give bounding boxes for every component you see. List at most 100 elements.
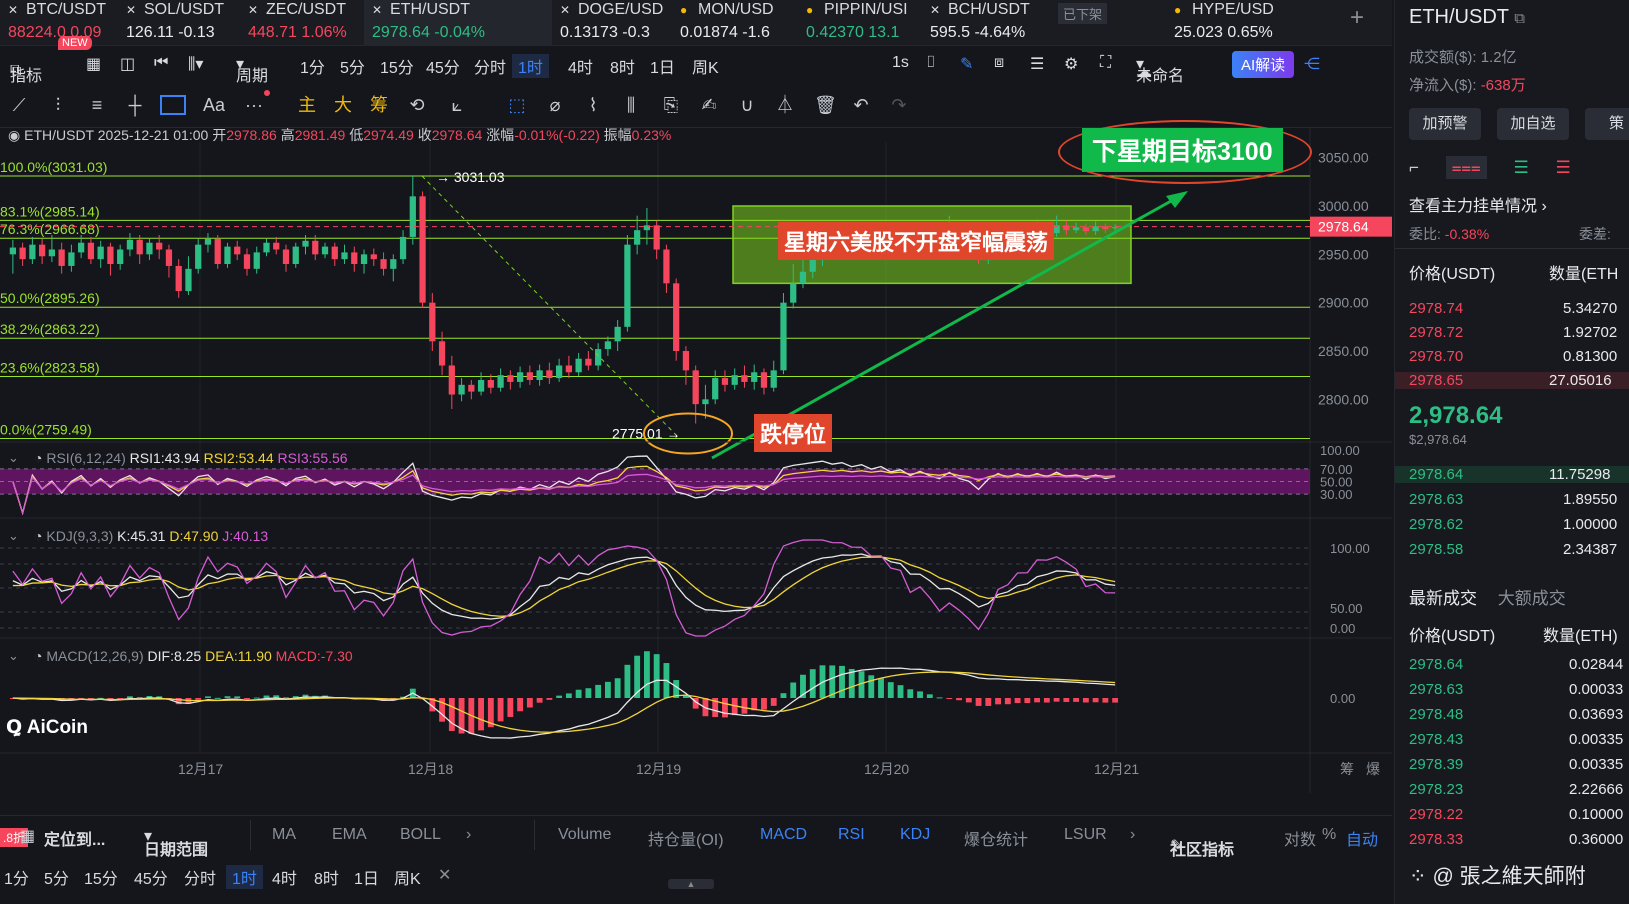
indicator-toggle[interactable]: KDJ xyxy=(900,826,930,844)
interval-tab[interactable]: 1时 xyxy=(512,54,549,78)
bottom-interval-tab[interactable]: 1分 xyxy=(4,865,29,889)
rectangle-tool-icon[interactable] xyxy=(160,95,186,115)
magnet-tool-icon[interactable]: ∪ xyxy=(736,94,758,116)
hline-tool-icon[interactable]: ┼ xyxy=(124,94,146,116)
chevron-down-icon[interactable]: ⌄ xyxy=(8,529,19,544)
indicator-toggle[interactable]: LSUR xyxy=(1064,826,1107,844)
line-tool-icon[interactable]: ⟋ xyxy=(8,94,30,116)
interval-tab[interactable]: 15分 xyxy=(380,54,414,78)
camera-icon[interactable]: ⌷ xyxy=(926,54,936,72)
bell-icon[interactable]: ◔ xyxy=(34,450,42,466)
book-both-icon[interactable]: ⌐ xyxy=(1409,158,1419,177)
interval-tab[interactable]: 8时 xyxy=(610,54,635,78)
candle-tool-icon[interactable]: ⫼ xyxy=(620,94,642,116)
date-range-dropdown[interactable]: 日期范围 ▾ xyxy=(144,826,208,859)
ticker-tab[interactable]: ● HYPE/USD 25.023 0.65% xyxy=(1166,0,1286,46)
indicator-toggle[interactable]: BOLL xyxy=(400,826,441,844)
close-icon[interactable]: ✕ xyxy=(438,865,451,885)
bottom-interval-tab[interactable]: 15分 xyxy=(84,865,118,889)
indicator-toggle[interactable]: MACD xyxy=(760,826,807,844)
font-tool[interactable]: Aa xyxy=(200,94,228,116)
settings-icon[interactable]: ⚙ xyxy=(1064,54,1078,74)
ticker-tab[interactable]: ✕ ETH/USDT 2978.64 -0.04% xyxy=(364,0,552,46)
indicator-toggle[interactable]: 爆仓统计 xyxy=(964,826,1028,850)
add-favorite-button[interactable]: 加自选 xyxy=(1497,108,1569,140)
percent-toggle[interactable]: % xyxy=(1322,826,1336,844)
view-main-orders-link[interactable]: 查看主力挂单情况 › xyxy=(1409,192,1547,216)
ticker-tab[interactable]: ● PIPPIN/USI 0.42370 13.1 xyxy=(798,0,916,46)
filter-tool-icon[interactable]: ⏃ xyxy=(774,94,796,116)
bookmark-tool-icon[interactable]: ⬚ xyxy=(506,94,528,116)
bid-row[interactable]: 2978.58 2.34387 xyxy=(1409,541,1617,558)
ticker-tab[interactable]: ● MON/USD 0.01874 -1.6 xyxy=(672,0,790,46)
locate-button[interactable]: 定位到... xyxy=(44,826,105,850)
book-mixed-icon[interactable]: ⩶ xyxy=(1445,156,1487,179)
clipboard-tool-icon[interactable]: ⎘ xyxy=(660,94,682,116)
indicator-toggle[interactable]: 持仓量(OI) xyxy=(648,826,724,850)
note-tool-icon[interactable]: ✍ xyxy=(698,94,720,116)
add-tab-button[interactable]: + xyxy=(1350,4,1364,32)
trash-icon[interactable]: 🗑 xyxy=(814,94,837,116)
collapse-handle[interactable]: ▲ xyxy=(668,879,714,889)
rotate-tool-icon[interactable]: ⟲ xyxy=(406,94,428,116)
ai-interpret-button[interactable]: AI解读 xyxy=(1232,51,1295,78)
interval-tab[interactable]: 周K xyxy=(692,54,719,78)
ticker-tab[interactable]: ✕ DOGE/USD 0.13173 -0.3 xyxy=(552,0,670,46)
layout-icon[interactable]: ◫ xyxy=(120,54,135,74)
hlines-tool-icon[interactable]: ≡ xyxy=(86,94,108,116)
log-toggle[interactable]: 对数 xyxy=(1284,826,1316,850)
axis-toggle[interactable]: 爆 xyxy=(1366,761,1380,777)
book-asks-icon[interactable]: ☰ xyxy=(1556,158,1571,177)
ask-row[interactable]: 2978.65 27.05016 xyxy=(1395,372,1629,389)
rewind-icon[interactable]: ⏮ xyxy=(154,54,168,72)
book-bids-icon[interactable]: ☰ xyxy=(1514,158,1529,177)
indicator-toggle[interactable]: Volume xyxy=(558,826,611,844)
bottom-interval-tab[interactable]: 分时 xyxy=(184,865,216,889)
bell-icon[interactable]: ◔ xyxy=(34,528,42,544)
chevron-right-icon[interactable]: › xyxy=(466,826,471,844)
period-dropdown[interactable]: 周期 ▾ xyxy=(236,54,268,85)
add-alert-button[interactable]: 加预警 xyxy=(1409,108,1481,140)
indicator-toggle[interactable]: MA xyxy=(272,826,296,844)
tab-large-trades[interactable]: 大额成交 xyxy=(1498,589,1566,608)
candle-type-icon[interactable]: ⫼▾ xyxy=(188,54,203,74)
measure-tool-icon[interactable]: ⟀ xyxy=(446,94,468,116)
bottom-interval-tab[interactable]: 8时 xyxy=(314,865,339,889)
bottom-interval-tab[interactable]: 1日 xyxy=(354,865,379,889)
ask-row[interactable]: 2978.72 1.92702 xyxy=(1409,324,1617,341)
ticker-tab[interactable]: ✕ BCH/USDT 595.5 -4.64% xyxy=(922,0,1040,46)
bid-row[interactable]: 2978.62 1.00000 xyxy=(1409,516,1617,533)
interval-tab[interactable]: 1日 xyxy=(650,54,675,78)
tab-latest-trades[interactable]: 最新成交 xyxy=(1409,589,1477,608)
ticker-tab[interactable]: ✕ BTC/USDT 88224.0 0.09 xyxy=(0,0,112,46)
calendar-icon[interactable]: ▦ xyxy=(20,826,35,846)
strategy-button[interactable]: 策 xyxy=(1585,108,1629,140)
list-icon[interactable]: ☰ xyxy=(1030,54,1044,74)
bell-icon[interactable]: ◔ xyxy=(34,648,42,664)
auto-toggle[interactable]: 自动 xyxy=(1346,826,1378,850)
pen-icon[interactable]: ✎ xyxy=(960,54,973,74)
interval-tab[interactable]: 5分 xyxy=(340,54,365,78)
ask-row[interactable]: 2978.74 5.34270 xyxy=(1409,300,1617,317)
interval-tab[interactable]: 分时 xyxy=(474,54,506,78)
bid-row[interactable]: 2978.63 1.89550 xyxy=(1409,491,1617,508)
brush-tool-icon[interactable]: ⌇ xyxy=(582,94,604,116)
copy-icon[interactable]: ⧉ xyxy=(1514,10,1525,27)
more-tools[interactable]: ··· xyxy=(240,94,268,116)
eraser-tool-icon[interactable]: ⌀ xyxy=(544,94,566,116)
eye-icon[interactable]: ◉ xyxy=(8,127,20,143)
share-icon[interactable]: ⋲ xyxy=(1304,54,1320,74)
indicator-toggle[interactable]: RSI xyxy=(838,826,865,844)
interval-tab[interactable]: 45分 xyxy=(426,54,460,78)
axis-toggle[interactable]: 筹 xyxy=(1340,761,1354,777)
bottom-interval-tab[interactable]: 5分 xyxy=(44,865,69,889)
chevron-right-icon[interactable]: › xyxy=(1130,826,1135,844)
chevron-down-icon[interactable]: ⌄ xyxy=(8,649,19,664)
interval-tab[interactable]: 4时 xyxy=(568,54,593,78)
undo-icon[interactable]: ↶ xyxy=(850,94,872,116)
ticker-tab[interactable]: ✕ ZEC/USDT 448.71 1.06% xyxy=(240,0,358,46)
fullscreen-icon[interactable]: ⛶ xyxy=(1100,54,1111,72)
window-icon[interactable]: ⧈ xyxy=(994,54,1004,72)
layout-name-dropdown[interactable]: ☁ 未命名 ▾ xyxy=(1136,54,1184,85)
bottom-interval-tab[interactable]: 4时 xyxy=(272,865,297,889)
